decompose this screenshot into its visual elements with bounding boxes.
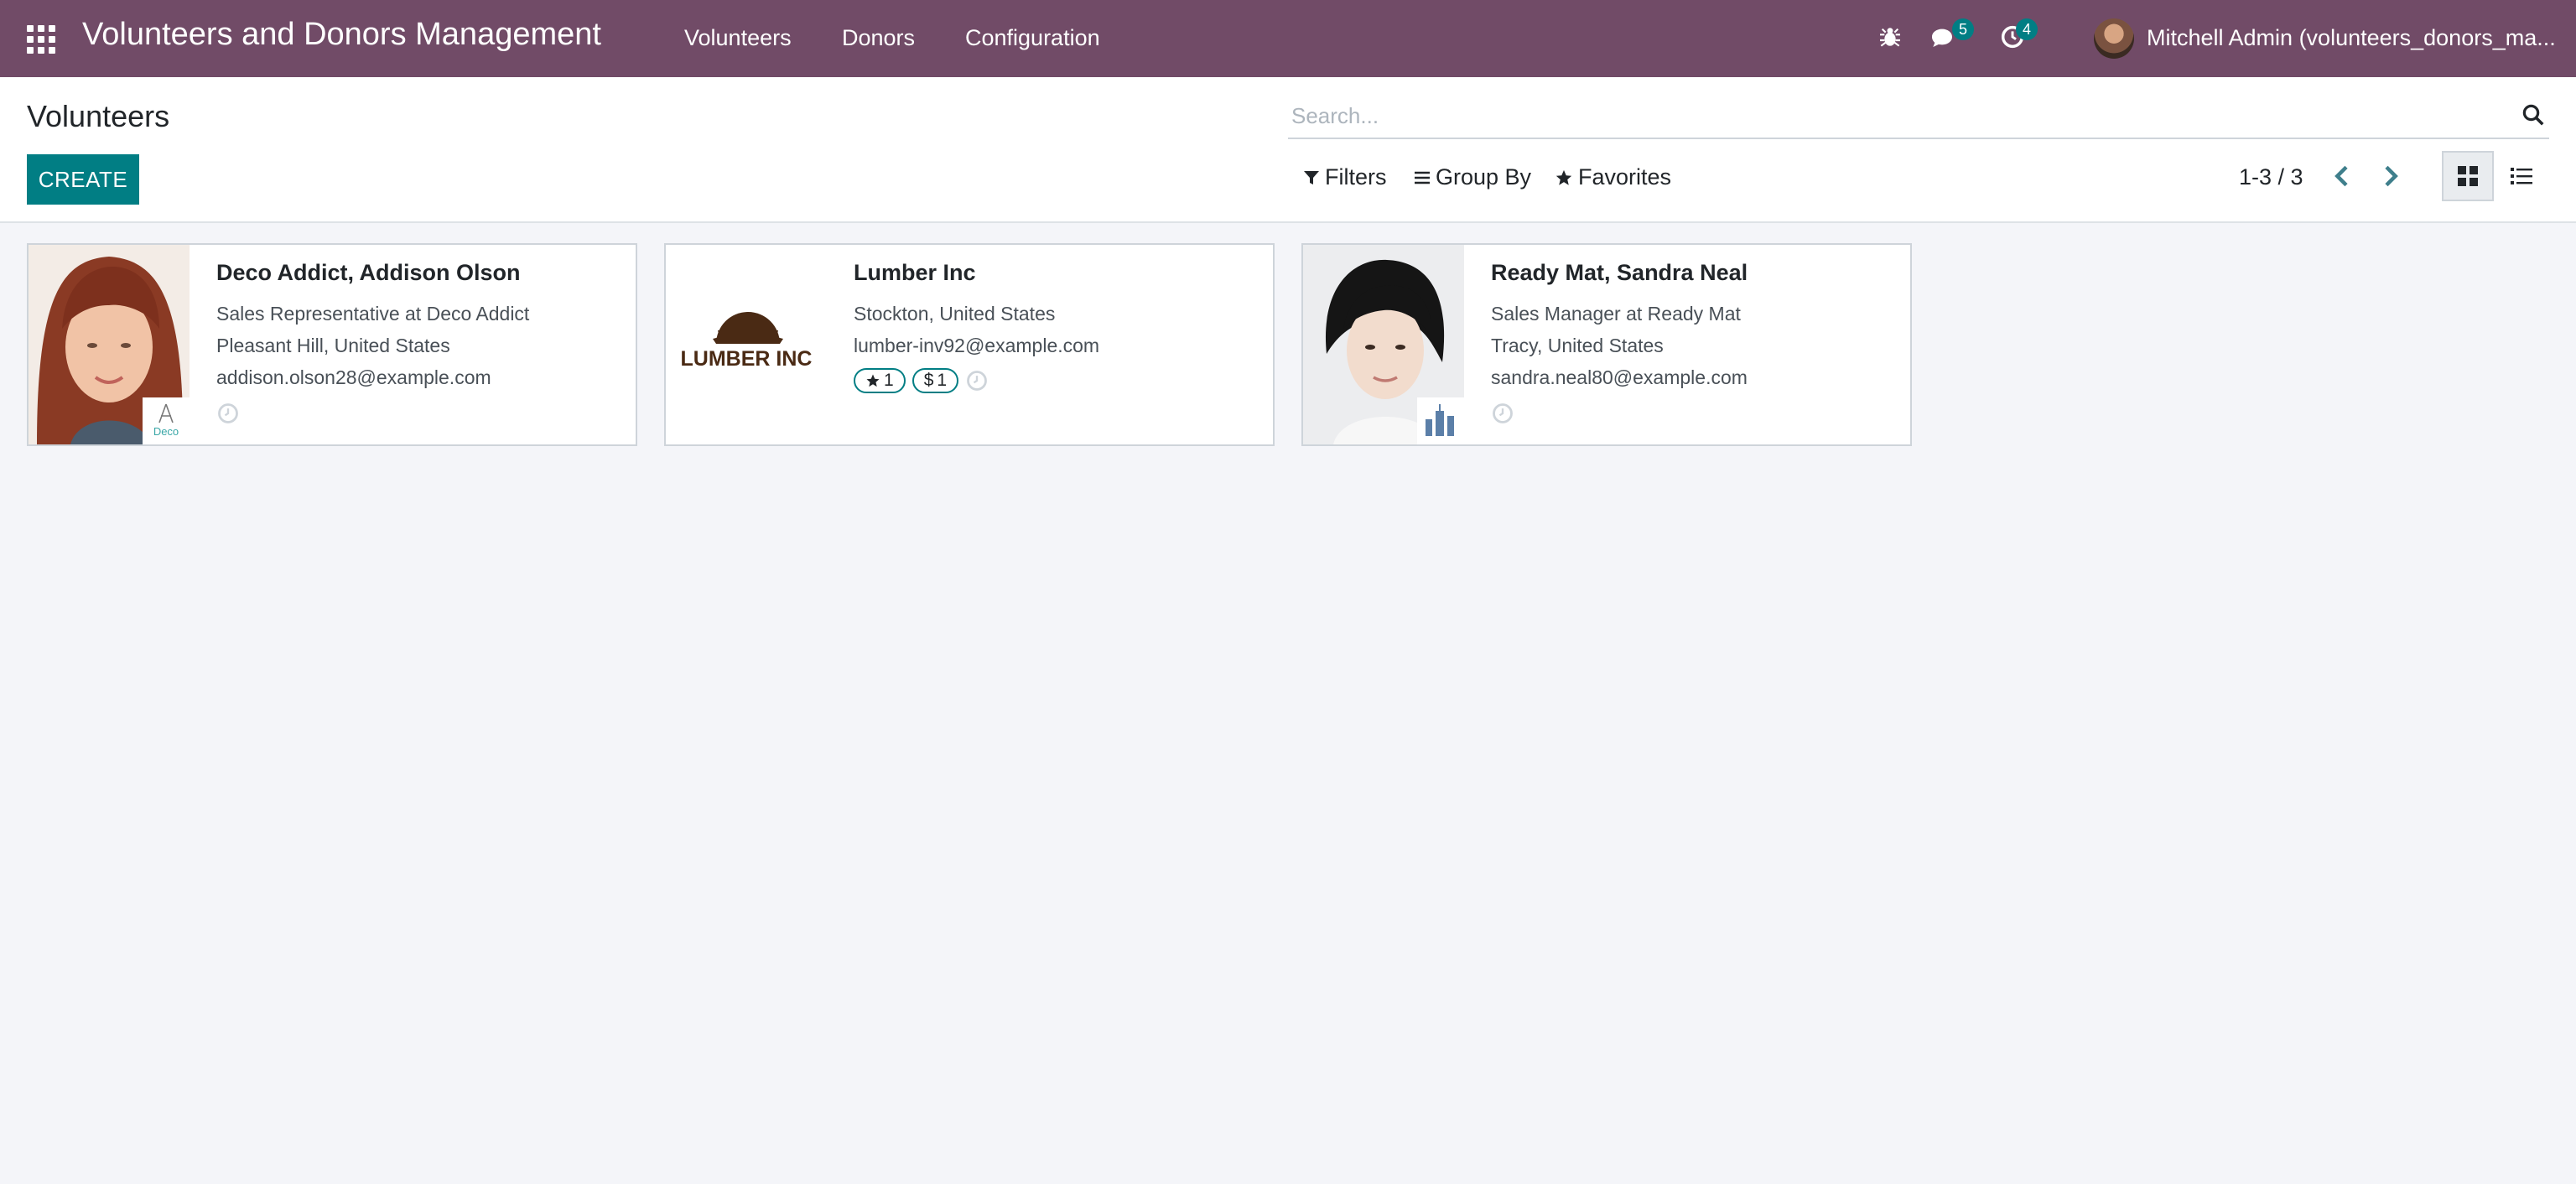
group-by-label: Group By [1436, 164, 1532, 190]
filter-funnel-icon [1304, 170, 1319, 184]
card-title: Lumber Inc [854, 260, 976, 285]
company-logo-text: Deco [153, 425, 179, 438]
menu-configuration[interactable]: Configuration [965, 25, 1100, 51]
activity-clock-icon[interactable] [1491, 402, 1514, 425]
card-email: sandra.neal80@example.com [1491, 366, 1748, 388]
volunteer-tag-count: 1 [884, 371, 894, 390]
menu-donors[interactable]: Donors [842, 25, 915, 51]
ready-mat-logo-icon [1426, 404, 1454, 436]
kanban-card[interactable]: LUMBER INC Lumber Inc Stockton, United S… [664, 243, 1275, 446]
list-icon [2511, 168, 2532, 184]
control-panel: Volunteers CREATE Filters Group By Favor… [0, 77, 2576, 223]
activities-count-badge: 4 [2016, 18, 2038, 40]
filters-button[interactable]: Filters [1303, 164, 1387, 190]
group-by-button[interactable]: Group By [1414, 164, 1531, 190]
lumber-logo-text: LUMBER INC [681, 347, 813, 371]
deco-addict-logo-icon: Deco [153, 403, 179, 438]
kanban-card[interactable]: Deco Deco Addict, Addison Olson Sales Re… [27, 243, 637, 446]
pager-value[interactable]: 1-3 / 3 [2239, 164, 2303, 190]
favorites-label: Favorites [1578, 164, 1672, 190]
app-title[interactable]: Volunteers and Donors Management [82, 17, 601, 53]
search-input[interactable] [1288, 99, 2502, 132]
card-location: Stockton, United States [854, 303, 1056, 325]
apps-grid-icon[interactable] [27, 25, 55, 54]
card-title: Ready Mat, Sandra Neal [1491, 260, 1748, 285]
list-bars-icon [1415, 171, 1430, 184]
company-logo [1417, 397, 1464, 444]
card-title: Deco Addict, Addison Olson [216, 260, 521, 285]
menu-volunteers[interactable]: Volunteers [684, 25, 792, 51]
star-icon [1555, 169, 1572, 185]
kanban-view-button[interactable] [2442, 151, 2494, 201]
create-button[interactable]: CREATE [27, 154, 139, 205]
favorites-button[interactable]: Favorites [1555, 164, 1671, 190]
card-location: Tracy, United States [1491, 335, 1664, 356]
star-icon [866, 374, 880, 387]
top-navbar: Volunteers and Donors Management Volunte… [0, 0, 2576, 77]
activity-clock-icon[interactable] [965, 369, 989, 392]
user-avatar[interactable] [2094, 18, 2134, 59]
donation-tag-count: 1 [937, 371, 948, 390]
user-menu[interactable]: Mitchell Admin (volunteers_donors_ma... [2147, 25, 2556, 51]
card-job: Sales Manager at Ready Mat [1491, 303, 1741, 325]
filters-label: Filters [1325, 164, 1387, 190]
activity-clock-icon[interactable] [216, 402, 240, 425]
chevron-right-icon[interactable] [2376, 163, 2403, 190]
dollar-icon: $ [923, 371, 934, 390]
search-icon[interactable] [2521, 102, 2546, 127]
volunteer-tag: 1 [854, 368, 906, 393]
debug-bug-icon[interactable] [1877, 23, 1903, 50]
card-location: Pleasant Hill, United States [216, 335, 450, 356]
donation-tag: $ 1 [911, 368, 959, 393]
breadcrumb-title: Volunteers [27, 99, 170, 133]
card-email: addison.olson28@example.com [216, 366, 491, 388]
search-bar [1288, 96, 2549, 139]
messages-count-badge: 5 [1952, 18, 1974, 40]
kanban-grid-icon [2458, 166, 2478, 186]
card-job: Sales Representative at Deco Addict [216, 303, 530, 325]
list-view-button[interactable] [2496, 151, 2547, 201]
kanban-card[interactable]: Ready Mat, Sandra Neal Sales Manager at … [1301, 243, 1912, 446]
chevron-left-icon[interactable] [2329, 163, 2356, 190]
company-logo: Deco [143, 397, 190, 444]
card-email: lumber-inv92@example.com [854, 335, 1100, 356]
company-logo-image: LUMBER INC [666, 245, 827, 444]
